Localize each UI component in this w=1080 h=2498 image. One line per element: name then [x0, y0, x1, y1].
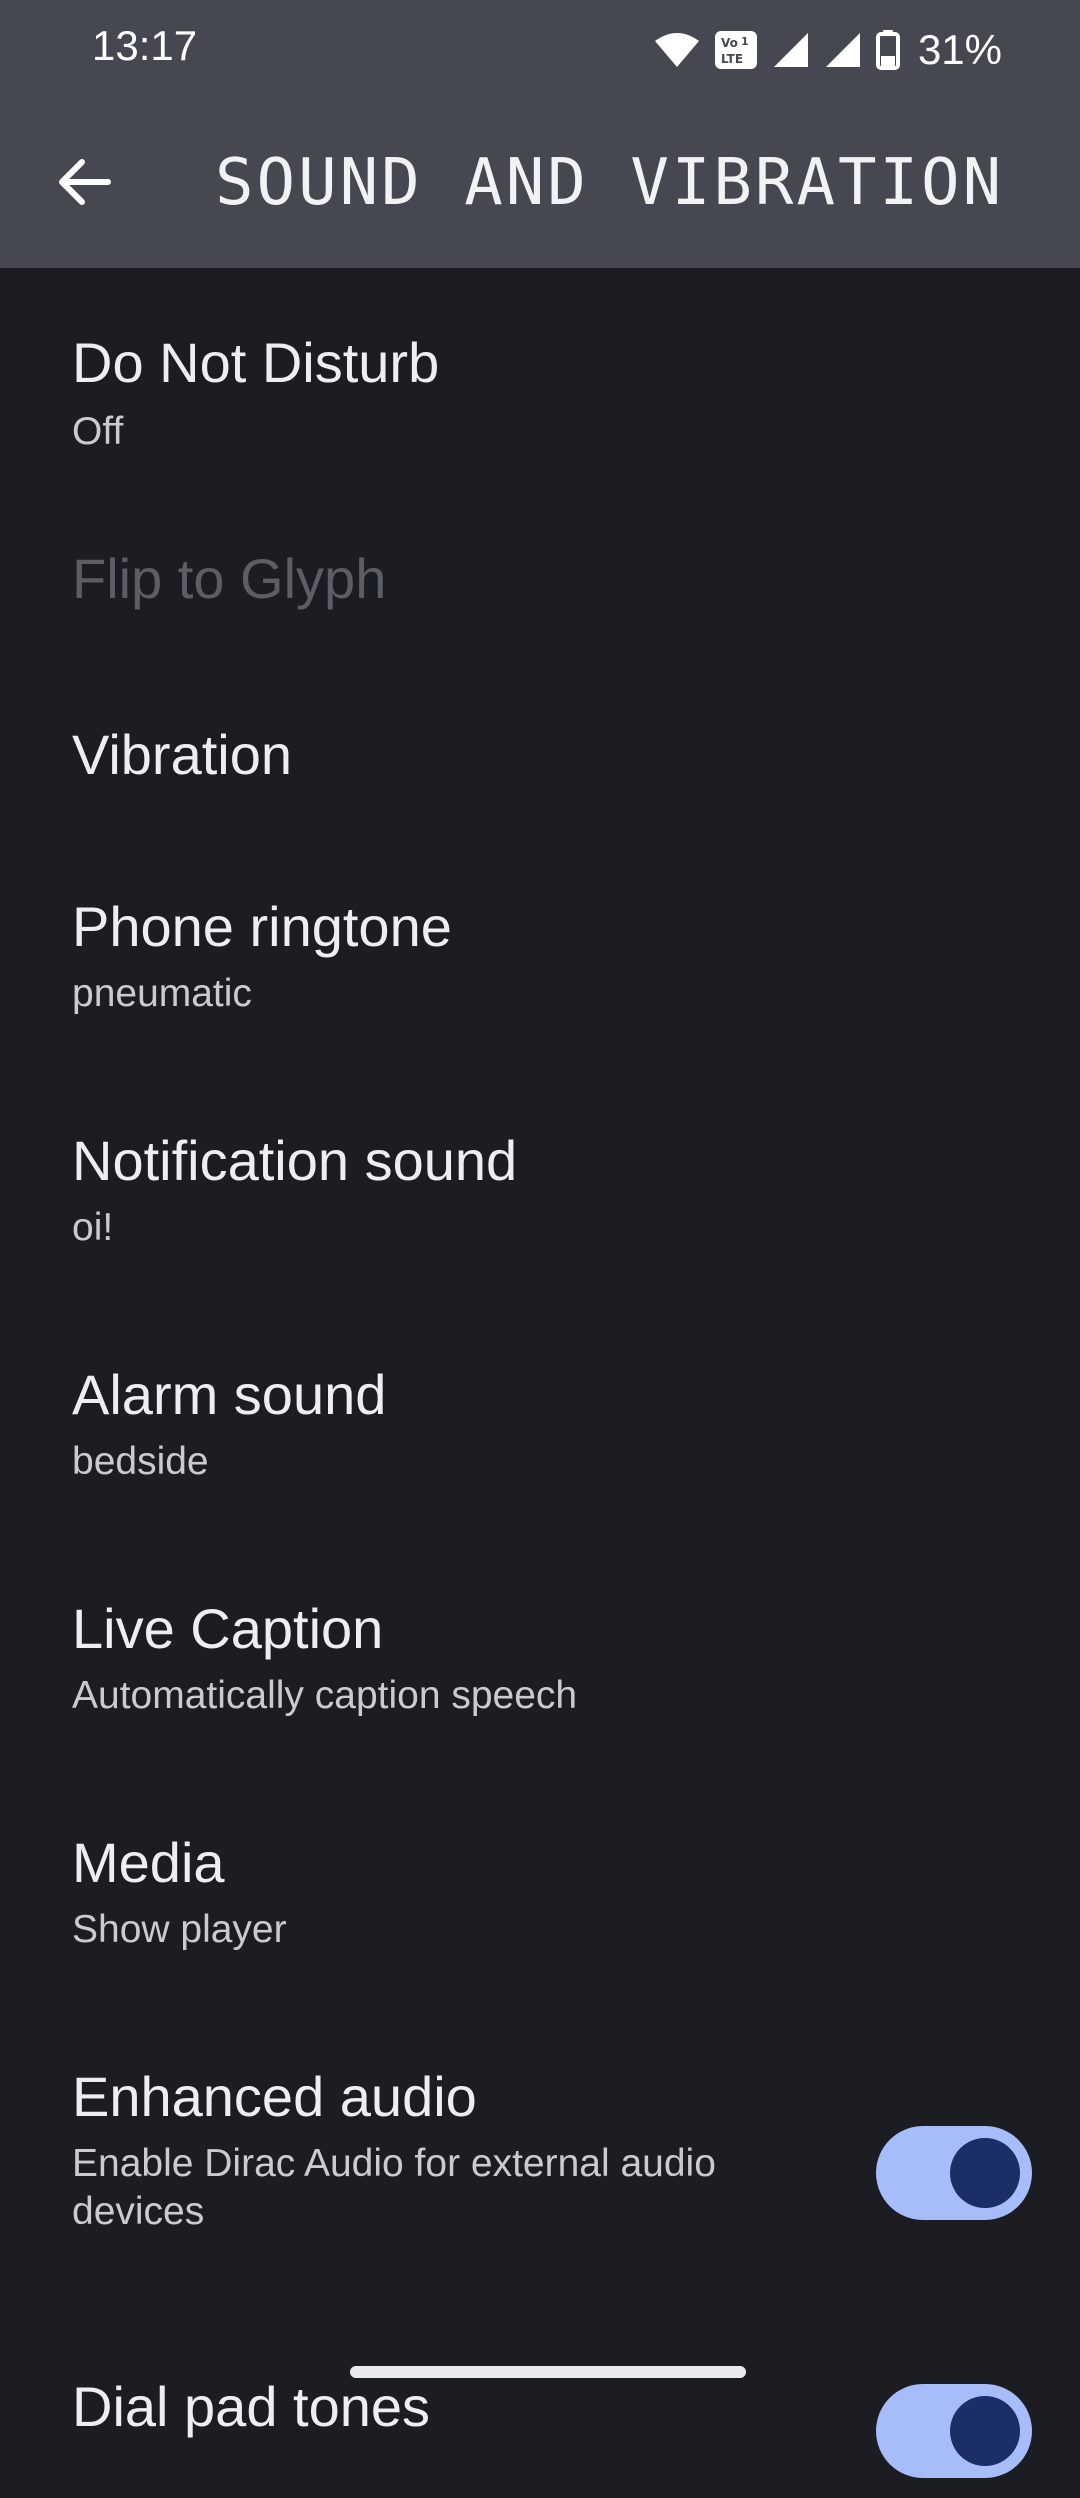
item-title: Do Not Disturb — [72, 331, 440, 394]
battery-icon — [875, 30, 900, 70]
dial-pad-tones-toggle[interactable] — [876, 2384, 1032, 2478]
volte-icon: Vo 1 LTE — [714, 31, 757, 69]
item-subtitle: bedside — [72, 1440, 209, 1483]
toggle-knob — [950, 2396, 1020, 2466]
item-subtitle: oi! — [72, 1206, 114, 1249]
list-item-live-caption[interactable]: Live Caption Automatically caption speec… — [0, 1540, 1080, 1774]
list-item-enhanced-audio[interactable]: Enhanced audio Enable Dirac Audio for ex… — [0, 2008, 1080, 2298]
svg-text:Vo: Vo — [721, 36, 738, 50]
list-item-vibration[interactable]: Vibration — [0, 658, 1080, 838]
home-indicator[interactable] — [350, 2366, 746, 2378]
wifi-icon — [654, 33, 699, 67]
top-app-bar: 13:17 Vo 1 LTE 31% SOUND AND VIBRATION — [0, 0, 1080, 268]
status-time: 13:17 — [92, 22, 198, 69]
signal-icon — [825, 33, 860, 67]
item-title: Notification sound — [72, 1129, 518, 1192]
item-subtitle: Show player — [72, 1908, 287, 1951]
list-item-alarm-sound[interactable]: Alarm sound bedside — [0, 1306, 1080, 1540]
item-subtitle: Enable Dirac Audio for external audio de… — [72, 2142, 716, 2233]
back-button[interactable] — [52, 150, 116, 214]
status-bar: 13:17 Vo 1 LTE 31% — [0, 0, 1080, 100]
list-item-flip-to-glyph: Flip to Glyph — [0, 488, 1080, 658]
svg-text:LTE: LTE — [721, 52, 743, 66]
item-title: Alarm sound — [72, 1363, 387, 1426]
signal-icon — [773, 33, 808, 67]
item-title: Flip to Glyph — [72, 547, 387, 610]
toggle-knob — [950, 2138, 1020, 2208]
list-item-notification-sound[interactable]: Notification sound oi! — [0, 1072, 1080, 1306]
item-title: Live Caption — [72, 1597, 384, 1660]
list-item-media[interactable]: Media Show player — [0, 1774, 1080, 2008]
page-title: SOUND AND VIBRATION — [215, 146, 1005, 220]
item-title: Enhanced audio — [72, 2065, 477, 2128]
item-subtitle: pneumatic — [72, 972, 252, 1015]
enhanced-audio-toggle[interactable] — [876, 2126, 1032, 2220]
list-item-phone-ringtone[interactable]: Phone ringtone pneumatic — [0, 838, 1080, 1072]
item-title: Media — [72, 1831, 225, 1894]
item-title: Dial pad tones — [72, 2375, 431, 2438]
item-subtitle: Off — [72, 410, 124, 453]
list-item-dial-pad-tones[interactable]: Dial pad tones — [0, 2298, 1080, 2498]
battery-percent: 31% — [917, 26, 1002, 73]
item-title: Vibration — [72, 723, 293, 786]
svg-text:1: 1 — [741, 35, 749, 48]
arrow-left-icon — [59, 159, 111, 205]
status-icons: Vo 1 LTE 31% — [654, 24, 1002, 76]
item-subtitle: Automatically caption speech — [72, 1674, 578, 1717]
list-item-do-not-disturb[interactable]: Do Not Disturb Off — [0, 268, 1080, 488]
item-title: Phone ringtone — [72, 895, 452, 958]
